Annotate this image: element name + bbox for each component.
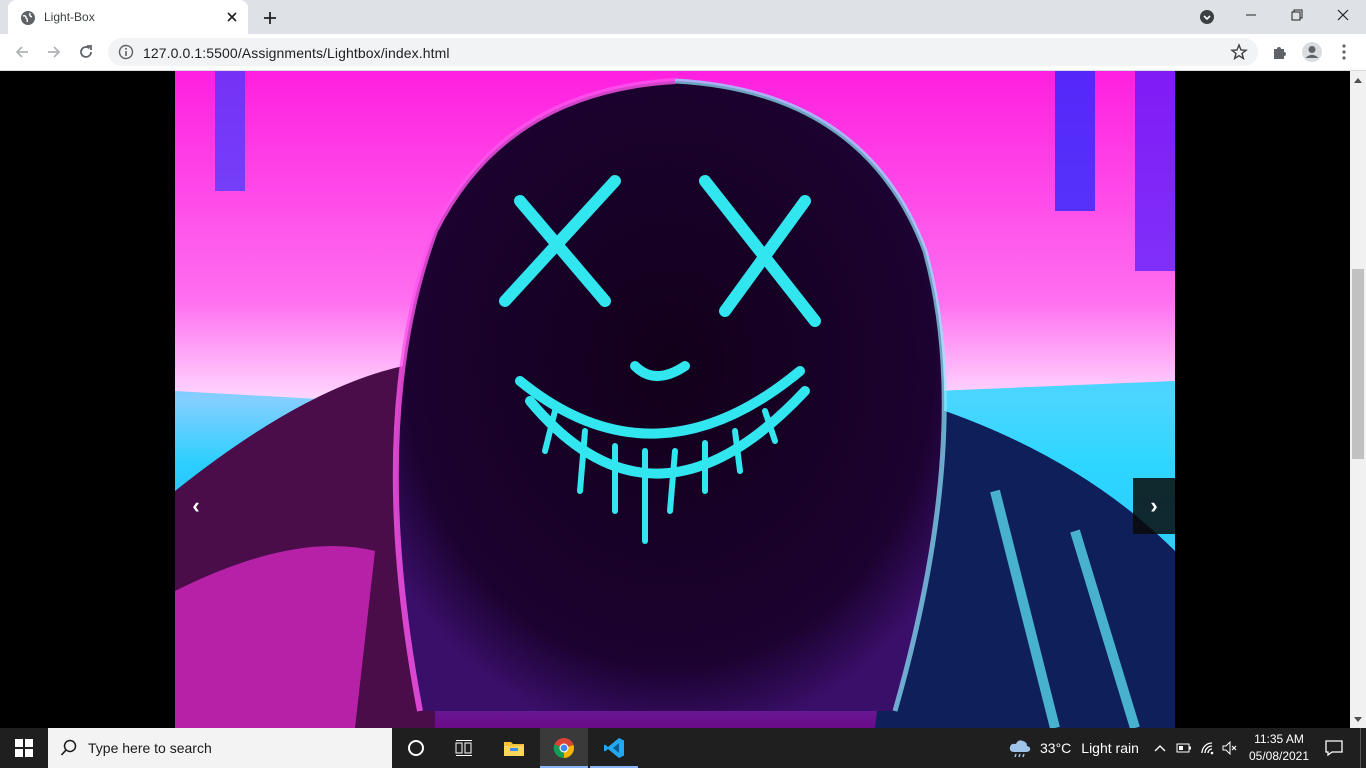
page-scrollbar[interactable] [1350,71,1366,728]
prev-button[interactable]: ‹ [176,478,216,534]
star-icon[interactable] [1230,43,1248,61]
browser-tab[interactable]: Light-Box [8,0,248,34]
scroll-down-icon[interactable] [1350,711,1366,728]
next-button[interactable]: › [1133,478,1175,534]
puzzle-icon[interactable] [1268,40,1292,64]
window-close-icon[interactable] [1320,0,1366,30]
show-desktop-button[interactable] [1360,728,1366,768]
weather-desc: Light rain [1081,740,1139,756]
address-bar[interactable]: 127.0.0.1:5500/Assignments/Lightbox/inde… [108,38,1258,66]
browser-toolbar: 127.0.0.1:5500/Assignments/Lightbox/inde… [0,34,1366,71]
back-arrow-icon[interactable] [8,38,36,66]
scroll-thumb[interactable] [1352,269,1364,459]
info-icon[interactable] [118,44,134,60]
system-clock[interactable]: 11:35 AM 05/08/2021 [1246,731,1312,765]
search-icon [60,739,78,757]
clock-date: 05/08/2021 [1248,749,1310,763]
url-text[interactable]: 127.0.0.1:5500/Assignments/Lightbox/inde… [143,45,450,61]
tab-strip: Light-Box [0,0,1366,34]
wifi-icon[interactable] [1198,738,1218,758]
vscode-icon[interactable] [590,728,638,768]
page-viewport: ‹ › [0,71,1350,728]
globe-icon [20,10,36,26]
volume-muted-icon[interactable] [1220,738,1240,758]
profile-icon[interactable] [1300,40,1324,64]
windows-taskbar: Type here to search 33°C Light rain 11:3… [0,728,1366,768]
search-placeholder: Type here to search [88,740,212,756]
scroll-up-icon[interactable] [1350,71,1366,88]
kebab-menu-icon[interactable] [1332,40,1356,64]
plus-icon[interactable] [258,6,282,30]
clock-time: 11:35 AM [1254,732,1304,746]
chevron-up-icon[interactable] [1150,738,1170,758]
close-icon[interactable] [222,7,242,27]
chrome-icon[interactable] [540,728,588,768]
file-explorer-icon[interactable] [490,728,538,768]
task-view-icon[interactable] [440,728,488,768]
lightbox-image[interactable] [175,71,1175,728]
weather-widget[interactable]: 33°C Light rain [1008,728,1139,768]
cortana-icon[interactable] [392,728,440,768]
restore-icon[interactable] [1274,0,1320,30]
notification-icon[interactable] [1318,728,1350,768]
reload-icon[interactable] [72,38,100,66]
tab-title: Light-Box [44,10,95,24]
weather-temp: 33°C [1040,740,1072,756]
battery-icon[interactable] [1174,738,1194,758]
minimize-icon[interactable] [1228,0,1274,30]
windows-start-icon[interactable] [0,728,48,768]
forward-arrow-icon[interactable] [40,38,68,66]
tab-search-icon[interactable] [1196,6,1218,28]
taskbar-search-box[interactable]: Type here to search [48,728,392,768]
cloud-rain-icon [1008,738,1032,758]
